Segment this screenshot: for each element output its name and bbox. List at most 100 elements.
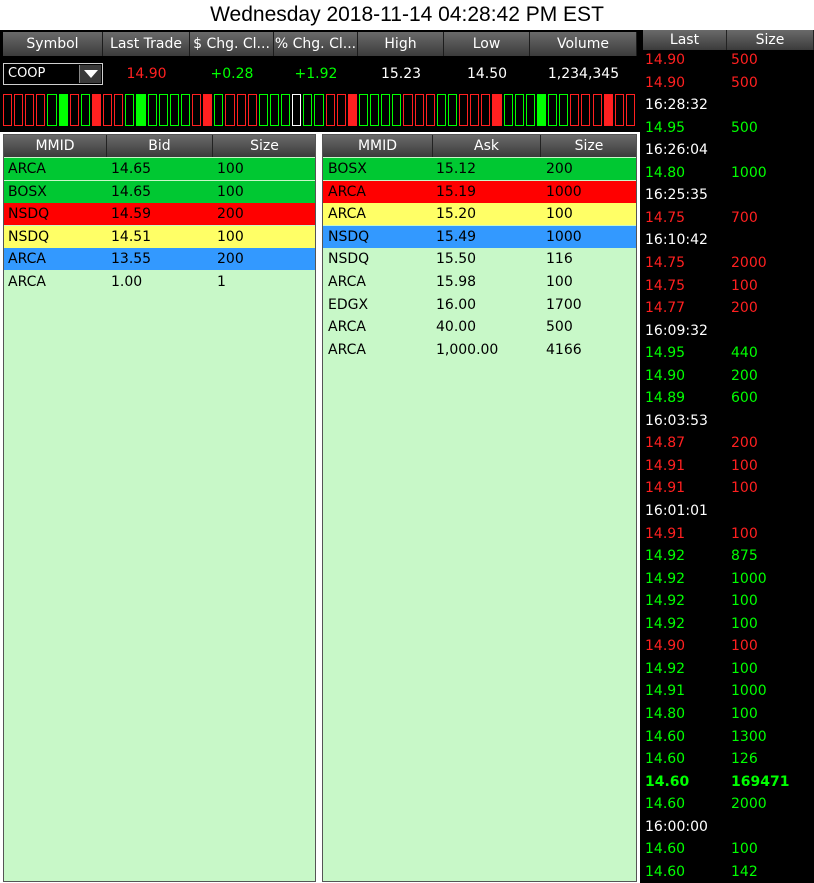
- ts-col-header-size[interactable]: Size: [727, 30, 814, 50]
- tick-mark: [158, 94, 168, 126]
- bid-size: 200: [217, 251, 244, 268]
- bid-book-panel: MMID Bid Size ARCA 14.65 100 BOSX 14.65 100 NS…: [3, 134, 316, 882]
- bid-col-header-size[interactable]: Size: [213, 135, 315, 157]
- ask-price: 15.50: [436, 251, 477, 268]
- ts-size: 100: [731, 615, 758, 632]
- ask-price: 15.98: [436, 274, 477, 290]
- tick-mark: [91, 94, 102, 126]
- tick-mark: [592, 94, 602, 126]
- ts-size: 100: [731, 525, 758, 542]
- chevron-down-icon[interactable]: [79, 65, 101, 83]
- ask-row[interactable]: ARCA 15.98 100: [323, 271, 636, 293]
- ts-trade-row: 14.90 500: [640, 72, 814, 94]
- ts-size: 142: [731, 863, 758, 880]
- ts-trade-row: 14.90 100: [640, 635, 814, 657]
- ask-col-header-size[interactable]: Size: [541, 135, 636, 157]
- ts-price: 14.60: [645, 751, 686, 768]
- ts-col-header-last[interactable]: Last: [643, 30, 727, 50]
- bid-mmid: BOSX: [8, 183, 47, 200]
- tick-mark: [58, 94, 68, 126]
- ask-row[interactable]: NSDQ 15.50 116: [323, 248, 636, 270]
- ts-price: 14.90: [645, 367, 686, 384]
- ts-trade-row: 14.92 100: [640, 613, 814, 635]
- ask-row[interactable]: ARCA 40.00 500: [323, 316, 636, 338]
- ask-mmid: ARCA: [328, 183, 366, 200]
- bid-row[interactable]: ARCA 13.55 200: [4, 248, 315, 271]
- ts-price: 14.75: [645, 277, 686, 294]
- ask-col-header-mmid[interactable]: MMID: [323, 135, 433, 157]
- ask-book-panel: MMID Ask Size BOSX 15.12 200 ARCA 15.19 1000 A…: [322, 134, 637, 882]
- tick-mark: [3, 94, 13, 126]
- symbol-dropdown[interactable]: COOP: [3, 63, 103, 85]
- ts-trade-row: 14.92 100: [640, 658, 814, 680]
- col-header-high[interactable]: High: [358, 32, 444, 56]
- col-header-low[interactable]: Low: [444, 32, 530, 56]
- bid-size: 100: [217, 228, 244, 245]
- tick-mark: [314, 94, 324, 126]
- ts-trade-row: 14.91 100: [640, 523, 814, 545]
- bid-row[interactable]: NSDQ 14.51 100: [4, 225, 315, 248]
- tick-mark: [370, 94, 380, 126]
- ts-price: 14.80: [645, 705, 686, 722]
- ts-size: 1000: [731, 570, 767, 587]
- tick-mark: [147, 94, 157, 126]
- tick-mark: [436, 94, 446, 126]
- ask-row[interactable]: NSDQ 15.49 1000: [323, 225, 636, 248]
- col-header-symbol[interactable]: Symbol: [3, 32, 103, 56]
- tick-mark: [392, 94, 402, 126]
- ts-trade-row: 14.92 1000: [640, 568, 814, 590]
- ts-trade-row: 14.60 126: [640, 748, 814, 770]
- ts-time: 16:03:53: [645, 412, 708, 429]
- tick-mark: [381, 94, 391, 126]
- ask-row[interactable]: BOSX 15.12 200: [323, 158, 636, 180]
- col-header-dollar-change[interactable]: $ Chg. Cl...: [190, 32, 274, 56]
- bid-col-header-bid[interactable]: Bid: [107, 135, 213, 157]
- bid-size: 1: [217, 274, 226, 290]
- ts-time-divider: 16:00:00: [640, 816, 814, 838]
- tick-mark: [247, 94, 257, 126]
- ts-price: 14.87: [645, 435, 686, 452]
- ts-price: 14.60: [645, 728, 686, 745]
- ts-trade-row: 14.75 2000: [640, 252, 814, 274]
- ts-trade-row: 14.91 100: [640, 477, 814, 499]
- ask-col-header-ask[interactable]: Ask: [433, 135, 541, 157]
- ts-price: 14.95: [645, 119, 686, 136]
- bid-price: 1.00: [111, 274, 143, 290]
- ts-trade-row: 14.60 142: [640, 861, 814, 883]
- ask-row[interactable]: ARCA 1,000.00 4166: [323, 339, 636, 361]
- ts-price: 14.90: [645, 638, 686, 655]
- ts-price: 14.91: [645, 457, 686, 474]
- col-header-last-trade[interactable]: Last Trade: [103, 32, 190, 56]
- tick-mark: [36, 94, 46, 126]
- ask-mmid: ARCA: [328, 274, 366, 290]
- high-value: 15.23: [380, 66, 422, 82]
- ask-mmid: NSDQ: [328, 251, 370, 268]
- bid-row[interactable]: BOSX 14.65 100: [4, 180, 315, 203]
- tick-mark: [570, 94, 580, 126]
- bid-row[interactable]: ARCA 14.65 100: [4, 158, 315, 180]
- tick-mark: [481, 94, 491, 126]
- tick-mark: [503, 94, 513, 126]
- tick-mark: [525, 94, 535, 126]
- ask-row[interactable]: ARCA 15.20 100: [323, 203, 636, 226]
- datetime-header: Wednesday 2018-11-14 04:28:42 PM EST: [210, 3, 604, 26]
- tick-mark: [125, 94, 135, 126]
- bid-row[interactable]: NSDQ 14.59 200: [4, 203, 315, 226]
- bid-col-header-mmid[interactable]: MMID: [4, 135, 107, 157]
- ask-row[interactable]: EDGX 16.00 1700: [323, 294, 636, 316]
- ts-time: 16:26:04: [645, 142, 708, 159]
- bid-row[interactable]: ARCA 1.00 1: [4, 271, 315, 293]
- ts-trade-row: 14.77 200: [640, 297, 814, 319]
- ask-mmid: ARCA: [328, 341, 366, 358]
- col-header-volume[interactable]: Volume: [530, 32, 637, 56]
- tick-mark: [492, 94, 502, 126]
- tick-mark: [103, 94, 113, 126]
- tick-mark: [559, 94, 569, 126]
- col-header-percent-change[interactable]: % Chg. Cl...: [274, 32, 358, 56]
- tick-mark: [403, 94, 413, 126]
- bid-mmid: ARCA: [8, 251, 46, 268]
- ts-trade-row: 14.60 2000: [640, 793, 814, 815]
- tick-mark: [603, 94, 613, 126]
- tick-mark: [136, 94, 146, 126]
- ask-row[interactable]: ARCA 15.19 1000: [323, 180, 636, 203]
